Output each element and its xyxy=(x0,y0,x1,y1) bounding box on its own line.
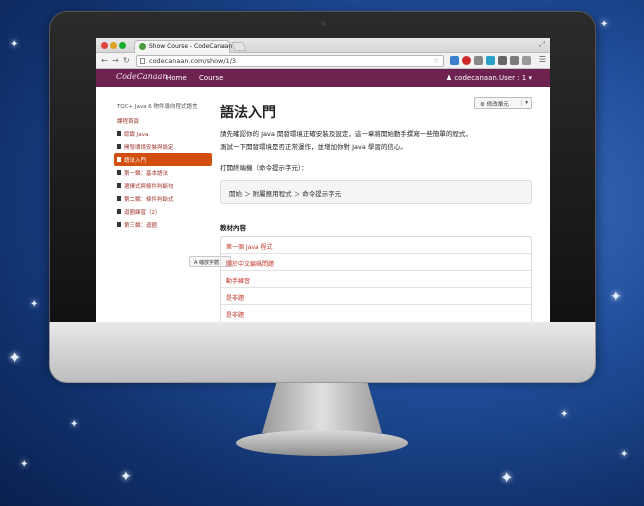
sparkle: ✦ xyxy=(560,409,569,420)
book-icon xyxy=(117,222,121,227)
sparkle: ✦ xyxy=(610,289,622,305)
fullscreen-icon[interactable]: ⤢ xyxy=(539,40,545,50)
instruction-text: 打開終端機（命令提示字元）： xyxy=(220,164,308,172)
list-item[interactable]: 動手練習 xyxy=(221,271,531,288)
sidebar-item-syntax-intro[interactable]: 語法入門 xyxy=(114,153,212,166)
edit-unit-button[interactable]: ⚙ 修改單元 ▾ xyxy=(474,97,532,109)
sparkle: ✦ xyxy=(120,469,132,485)
contents-heading: 教材內容 xyxy=(220,224,246,232)
extension-icon[interactable] xyxy=(510,56,519,65)
zoom-window-icon[interactable] xyxy=(119,42,126,49)
browser-window: Show Course - CodeCanaan ✕ ⤢ ← → ↻ codec… xyxy=(96,38,550,322)
chevron-down-icon: ▾ xyxy=(528,74,532,82)
sparkle: ✦ xyxy=(10,39,19,50)
book-icon xyxy=(117,183,121,188)
book-icon xyxy=(117,157,121,162)
camera-dot xyxy=(321,21,326,26)
extension-icon[interactable] xyxy=(462,56,471,65)
sidebar-item-label: 認識 Java xyxy=(124,131,149,138)
list-item[interactable]: 是非題 xyxy=(221,305,531,322)
monitor-chin xyxy=(49,322,596,383)
extension-icon[interactable] xyxy=(522,56,531,65)
intro-paragraph: 請先確認你的 Java 開發環境正確安裝及設定，這一章將開始動手撰寫一些簡單的程… xyxy=(220,128,532,154)
sidebar-item-loops[interactable]: 第三類：迴圈 xyxy=(114,218,212,231)
sidebar-item-label: 選擇式與條件判斷句 xyxy=(124,183,174,190)
monitor-base xyxy=(236,430,408,456)
site-navbar: CodeCanaan Home Course ♟ codecanaan.User… xyxy=(96,69,550,87)
close-tab-icon[interactable]: ✕ xyxy=(221,43,226,50)
address-bar[interactable]: codecanaan.com/show/1/3 ☆ xyxy=(136,55,444,67)
edit-unit-label: 修改單元 xyxy=(486,102,509,108)
book-icon xyxy=(117,144,121,149)
sidebar-item-conditions[interactable]: 選擇式與條件判斷句 xyxy=(114,179,212,192)
minimize-window-icon[interactable] xyxy=(110,42,117,49)
menu-path-box: 開始 ＞ 附屬應用程式 ＞ 命令提示字元 xyxy=(220,180,532,204)
sidebar-item-label: 第二類：條件判斷式 xyxy=(124,196,174,203)
favicon-icon xyxy=(139,43,146,50)
list-item[interactable]: 第一個 Java 程式 xyxy=(221,237,531,254)
chevron-down-icon[interactable]: ▾ xyxy=(521,100,528,106)
gear-icon: ⚙ xyxy=(480,102,485,108)
tab-bar: Show Course - CodeCanaan ✕ ⤢ xyxy=(96,38,550,53)
sidebar-item-loop-practice[interactable]: 迴圈練習（2） xyxy=(114,205,212,218)
user-menu[interactable]: ♟ codecanaan.User : 1 ▾ xyxy=(446,74,532,82)
sparkle: ✦ xyxy=(600,19,609,30)
course-sidebar: TQC+ Java 6 物件導向程式語言 課程首頁 認識 Java 開發環境安裝… xyxy=(114,102,231,267)
browser-toolbar: ← → ↻ codecanaan.com/show/1/3 ☆ ☰ xyxy=(96,53,550,69)
book-icon xyxy=(117,196,121,201)
new-tab-button[interactable] xyxy=(231,42,247,51)
extension-icon[interactable] xyxy=(450,56,459,65)
sparkle: ✦ xyxy=(8,348,22,367)
book-icon xyxy=(117,170,121,175)
contents-list: 第一個 Java 程式 關於中文編碼問題 動手練習 是非題 是非題 xyxy=(220,236,532,322)
nav-course[interactable]: Course xyxy=(199,74,223,82)
sidebar-item-course-home[interactable]: 課程首頁 xyxy=(114,114,212,127)
intro-line: 請先確認你的 Java 開發環境正確安裝及設定，這一章將開始動手撰寫一些簡單的程… xyxy=(220,130,472,138)
sidebar-item-java-intro[interactable]: 認識 Java xyxy=(114,127,212,140)
user-name: codecanaan.User : 1 xyxy=(454,74,527,82)
user-icon: ♟ xyxy=(445,74,453,82)
sidebar-item-condition-exercises[interactable]: 第二類：條件判斷式 xyxy=(114,192,212,205)
sparkle: ✦ xyxy=(20,459,29,470)
forward-icon[interactable]: → xyxy=(112,56,119,65)
sidebar-item-label: 課程首頁 xyxy=(117,118,140,125)
intro-line: 測試一下開發環境是否正常運作，並增加你對 Java 學習的信心。 xyxy=(220,143,407,151)
site-logo[interactable]: CodeCanaan xyxy=(116,72,168,81)
browser-tab[interactable]: Show Course - CodeCanaan ✕ xyxy=(134,40,233,53)
extension-icon[interactable] xyxy=(474,56,483,65)
sparkle: ✦ xyxy=(620,449,629,460)
menu-icon[interactable]: ☰ xyxy=(539,55,546,64)
sidebar-item-label: 第三類：迴圈 xyxy=(124,222,158,229)
sparkle: ✦ xyxy=(70,419,79,430)
main-content: 語法入門 ⚙ 修改單元 ▾ 請先確認你的 Java 開發環境正確安裝及設定，這一… xyxy=(220,97,532,322)
extension-icon[interactable] xyxy=(498,56,507,65)
back-icon[interactable]: ← xyxy=(101,56,108,65)
sparkle: ✦ xyxy=(500,468,514,487)
close-window-icon[interactable] xyxy=(101,42,108,49)
nav-home[interactable]: Home xyxy=(166,74,187,82)
reload-icon[interactable]: ↻ xyxy=(123,56,130,65)
book-icon xyxy=(117,209,121,214)
bookmark-star-icon[interactable]: ☆ xyxy=(433,56,440,65)
page-icon xyxy=(140,58,145,64)
url-text: codecanaan.com/show/1/3 xyxy=(149,57,237,65)
sidebar-item-dev-env[interactable]: 開發環境安裝與設定 xyxy=(114,140,212,153)
tab-title: Show Course - CodeCanaan xyxy=(149,43,233,50)
sidebar-item-label: 語法入門 xyxy=(124,157,147,164)
list-item[interactable]: 關於中文編碼問題 xyxy=(221,254,531,271)
sidebar-item-label: 第一類：基本語法 xyxy=(124,170,169,177)
monitor-stand xyxy=(262,383,382,433)
extension-icon[interactable] xyxy=(486,56,495,65)
list-item[interactable]: 是非題 xyxy=(221,288,531,305)
sidebar-item-label: 迴圈練習（2） xyxy=(124,209,161,216)
sparkle: ✦ xyxy=(30,299,39,310)
sidebar-item-label: 開發環境安裝與設定 xyxy=(124,144,174,151)
book-icon xyxy=(117,131,121,136)
sidebar-heading: TQC+ Java 6 物件導向程式語言 xyxy=(117,104,198,110)
sidebar-item-basic-syntax[interactable]: 第一類：基本語法 xyxy=(114,166,212,179)
